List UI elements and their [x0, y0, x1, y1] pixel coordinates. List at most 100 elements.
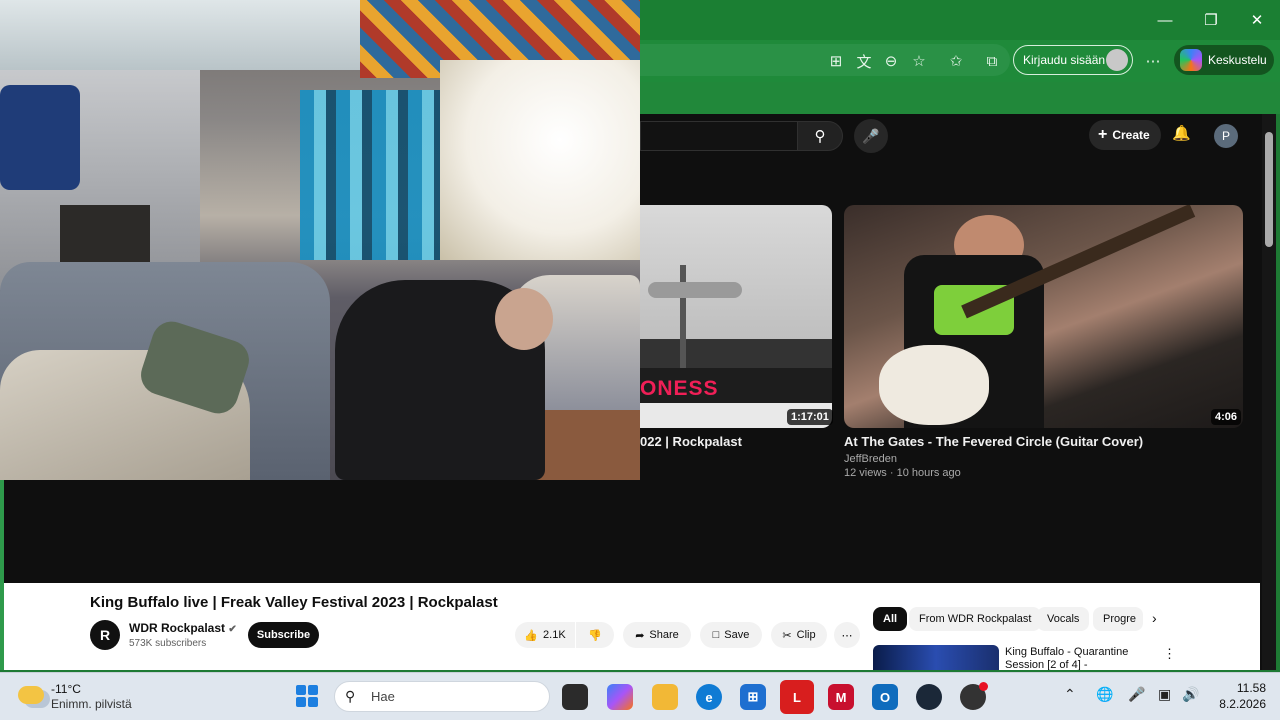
translate-icon[interactable]: 文	[853, 50, 875, 72]
clock-time: 11.58	[1236, 681, 1266, 695]
copilot-label: Keskustelu	[1208, 53, 1267, 67]
thumbnail-overlay-text: ONESS	[640, 377, 719, 400]
weather-temp: -11°C	[51, 682, 81, 696]
share-label: Share	[649, 629, 679, 641]
like-count: 2.1K	[543, 629, 566, 641]
browser-content-edge	[640, 82, 1280, 114]
sign-in-label: Kirjaudu sisään	[1023, 53, 1106, 67]
network-globe-icon[interactable]: 🌐	[1096, 686, 1113, 703]
system-clock[interactable]: 11.58 8.2.2026	[1212, 680, 1266, 712]
search-icon[interactable]: ⚲	[797, 121, 843, 151]
create-button[interactable]: + Create	[1089, 120, 1161, 150]
copilot-button[interactable]: Keskustelu	[1174, 45, 1274, 75]
edge-browser-icon[interactable]: e	[696, 684, 722, 710]
favorites-icon[interactable]: ✩	[945, 50, 967, 72]
thumbnail-image	[879, 345, 989, 425]
microphone-icon[interactable]: 🎤	[854, 119, 888, 153]
video-duration: 4:06	[1211, 409, 1242, 425]
steam-icon[interactable]	[916, 684, 942, 710]
webcam-image	[0, 85, 80, 190]
display-icon[interactable]: ▣	[1158, 686, 1171, 703]
collections-icon[interactable]: ⧉	[981, 50, 1003, 72]
apps-icon[interactable]: ⊞	[825, 50, 847, 72]
plus-icon: +	[1098, 126, 1108, 143]
thumbs-down-icon: 👎	[588, 629, 602, 642]
notifications-bell-icon[interactable]: 🔔	[1172, 124, 1191, 142]
account-avatar[interactable]: P	[1214, 124, 1238, 148]
tray-chevron-up-icon[interactable]: ⌃	[1064, 686, 1076, 703]
video-thumbnail[interactable]	[844, 205, 1243, 428]
file-explorer-icon[interactable]	[652, 684, 678, 710]
video-meta: 12 views · 10 hours ago	[844, 467, 961, 479]
clip-label: Clip	[796, 629, 816, 641]
video-title[interactable]: At The Gates - The Fevered Circle (Guita…	[844, 434, 1143, 449]
copilot-app-icon[interactable]	[607, 684, 633, 710]
channel-name[interactable]: WDR Rockpalast ✔	[129, 621, 237, 635]
chevron-right-icon[interactable]: ›	[1152, 610, 1157, 626]
taskbar-search-input[interactable]: ⚲ Hae	[334, 681, 550, 712]
weather-cloud-icon	[18, 686, 44, 704]
profile-avatar-icon	[1106, 49, 1128, 71]
main-video-title: King Buffalo live | Freak Valley Festiva…	[90, 594, 498, 611]
mcafee-icon[interactable]: M	[828, 684, 854, 710]
recommended-title[interactable]: King Buffalo - Quarantine Session [2 of …	[1005, 646, 1135, 670]
like-button[interactable]: 👍 2.1K	[515, 622, 575, 648]
notification-badge	[979, 682, 988, 691]
share-button[interactable]: ➦ Share	[623, 622, 691, 648]
lastpass-app-icon[interactable]: L	[780, 680, 814, 714]
youtube-search-input[interactable]	[640, 121, 798, 151]
windows-start-icon[interactable]	[296, 685, 318, 707]
webcam-image	[440, 60, 640, 260]
save-label: Save	[724, 629, 750, 641]
favorite-star-icon[interactable]: ☆	[908, 50, 930, 72]
webcam-image	[495, 288, 553, 350]
microsoft-store-icon[interactable]: ⊞	[740, 684, 766, 710]
more-menu-icon[interactable]: ⋯	[1142, 50, 1164, 72]
video-duration: 1:17:01	[787, 409, 833, 425]
copilot-icon	[1180, 49, 1202, 71]
channel-name[interactable]: JeffBreden	[844, 453, 897, 465]
scrollbar-thumb[interactable]	[1265, 132, 1273, 247]
channel-name-label: WDR Rockpalast	[129, 621, 226, 635]
subscriber-count: 573K subscribers	[129, 638, 207, 649]
webcam-overlay	[0, 0, 640, 480]
more-actions-icon[interactable]: ⋯	[834, 622, 860, 648]
minimize-icon[interactable]: —	[1142, 0, 1188, 40]
kebab-menu-icon[interactable]: ⋮	[1163, 646, 1176, 662]
volume-icon[interactable]: 🔊	[1182, 686, 1199, 703]
taskbar-search-placeholder: Hae	[371, 689, 395, 704]
chip-progressive[interactable]: Progre	[1093, 607, 1143, 631]
bookmark-icon: □	[712, 629, 720, 641]
video-thumbnail[interactable]: ONESS	[640, 205, 832, 428]
taskbar	[0, 672, 1280, 720]
close-icon[interactable]: ✕	[1234, 0, 1280, 40]
share-icon: ➦	[635, 629, 645, 642]
chip-from-channel[interactable]: From WDR Rockpalast	[909, 607, 1042, 631]
clip-button[interactable]: ✂ Clip	[771, 622, 827, 648]
save-button[interactable]: □ Save	[700, 622, 762, 648]
verified-icon: ✔	[228, 624, 237, 635]
restore-icon[interactable]: ❐	[1188, 0, 1234, 40]
chip-vocals[interactable]: Vocals	[1037, 607, 1090, 631]
recommended-thumbnail[interactable]	[873, 645, 999, 670]
dislike-button[interactable]: 👎	[576, 622, 614, 648]
sign-in-button[interactable]: Kirjaudu sisään	[1013, 45, 1133, 75]
scissors-icon: ✂	[782, 629, 792, 642]
thumbnail-image	[648, 282, 742, 298]
channel-avatar[interactable]: R	[90, 620, 120, 650]
thumbs-up-icon: 👍	[524, 629, 539, 642]
clock-date: 8.2.2026	[1219, 697, 1266, 711]
chip-all[interactable]: All	[873, 607, 908, 631]
create-label: Create	[1112, 128, 1150, 142]
weather-desc: Enimm. pilvistä	[51, 697, 132, 711]
webcam-image	[300, 90, 460, 260]
zoom-out-icon[interactable]: ⊖	[880, 50, 902, 72]
weather-widget[interactable]: -11°C Enimm. pilvistä	[18, 682, 138, 712]
search-icon: ⚲	[345, 688, 356, 704]
video-title[interactable]: 022 | Rockpalast	[640, 434, 742, 449]
page-scrollbar[interactable]	[1262, 114, 1276, 670]
outlook-new-icon[interactable]: O	[872, 684, 898, 710]
task-view-icon[interactable]	[562, 684, 588, 710]
subscribe-button[interactable]: Subscribe	[248, 622, 319, 648]
microphone-tray-icon[interactable]: 🎤	[1128, 686, 1145, 703]
